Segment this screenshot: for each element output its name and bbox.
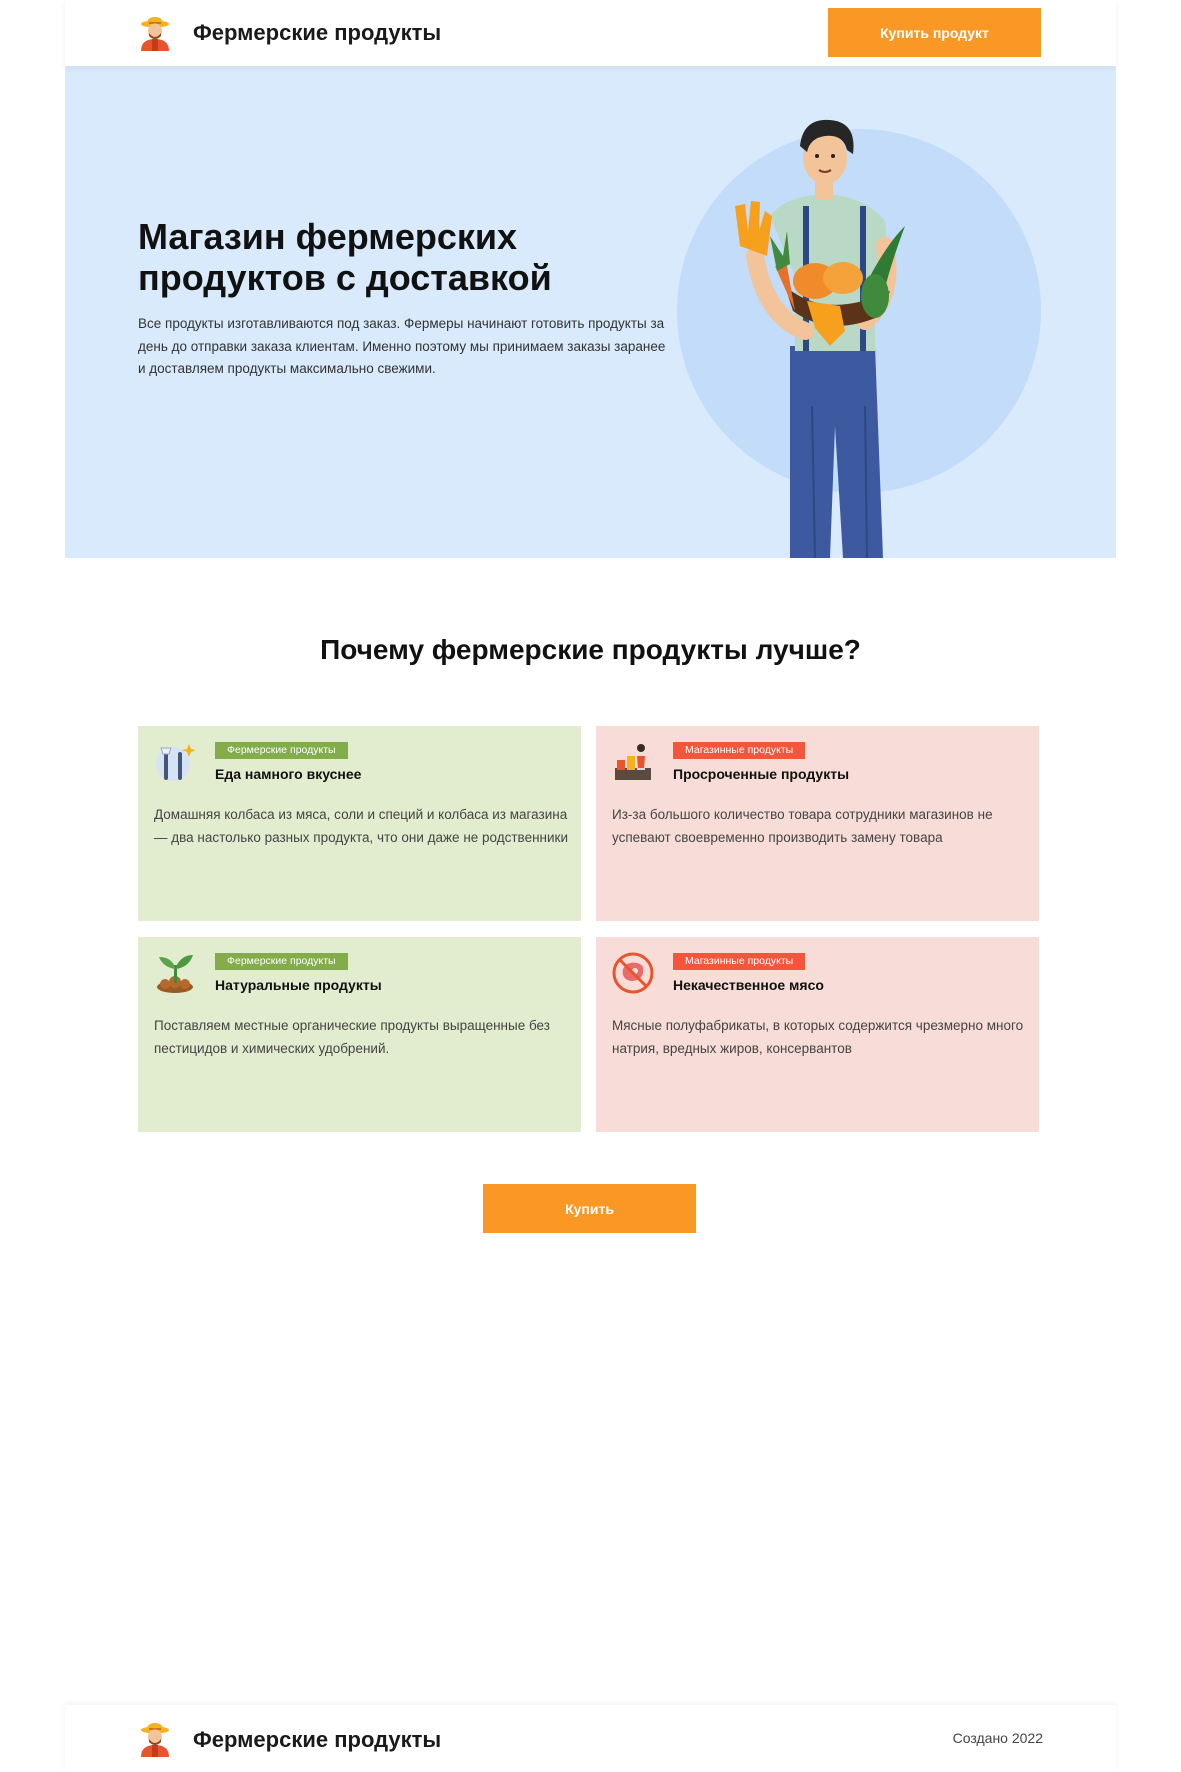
card-title: Просроченные продукты: [673, 766, 850, 782]
card-text: Из-за большого количество товара сотрудн…: [612, 807, 993, 845]
card-text: Домашняя колбаса из мяса, соли и специй …: [154, 807, 568, 845]
card-title: Некачественное мясо: [673, 977, 824, 993]
hero-section: Магазин фермерских продуктов с доставкой…: [65, 66, 1116, 558]
copyright-text: Создано 2022: [952, 1730, 1043, 1746]
buy-product-button[interactable]: Купить продукт: [828, 8, 1041, 57]
buy-button[interactable]: Купить: [483, 1184, 696, 1233]
header: Фермерские продукты Купить продукт: [65, 0, 1116, 66]
sprout-icon: [157, 955, 193, 993]
badge-store-products: Магазинные продукты: [673, 953, 806, 970]
brand-name[interactable]: Фермерские продукты: [193, 20, 441, 46]
hero-title: Магазин фермерских продуктов с доставкой: [138, 216, 552, 298]
card-low-quality-meat: Магазинные продукты Некачественное мясо …: [596, 937, 1039, 1132]
section-title: Почему фермерские продукты лучше?: [320, 634, 861, 665]
farmer-illustration: [735, 119, 905, 558]
badge-store-products: Магазинные продукты: [673, 742, 806, 759]
hero-description: Все продукты изготавливаются под заказ. …: [138, 316, 666, 376]
store-shelf-icon: [615, 744, 651, 780]
farmer-logo-icon[interactable]: [138, 1721, 172, 1757]
card-text: Поставляем местные органические продукты…: [154, 1018, 550, 1056]
card-title: Еда намного вкуснее: [215, 766, 362, 782]
card-expired-products: Магазинные продукты Просроченные продукт…: [596, 726, 1039, 921]
page: Фермерские продукты Купить продукт Магаз…: [65, 0, 1116, 1772]
badge-farm-products: Фермерские продукты: [215, 742, 348, 759]
footer: Фермерские продукты Создано 2022: [65, 1705, 1116, 1772]
card-title: Натуральные продукты: [215, 977, 382, 993]
card-tastier-food: Фермерские продукты Еда намного вкуснее …: [138, 726, 581, 921]
no-meat-icon: [612, 952, 654, 994]
farmer-logo-icon[interactable]: [138, 15, 172, 51]
badge-farm-products: Фермерские продукты: [215, 953, 348, 970]
card-text: Мясные полуфабрикаты, в которых содержит…: [612, 1018, 1024, 1056]
farmer-tools-icon: [156, 744, 196, 781]
footer-brand-name[interactable]: Фермерские продукты: [193, 1727, 441, 1753]
card-natural-products: Фермерские продукты Натуральные продукты…: [138, 937, 581, 1132]
